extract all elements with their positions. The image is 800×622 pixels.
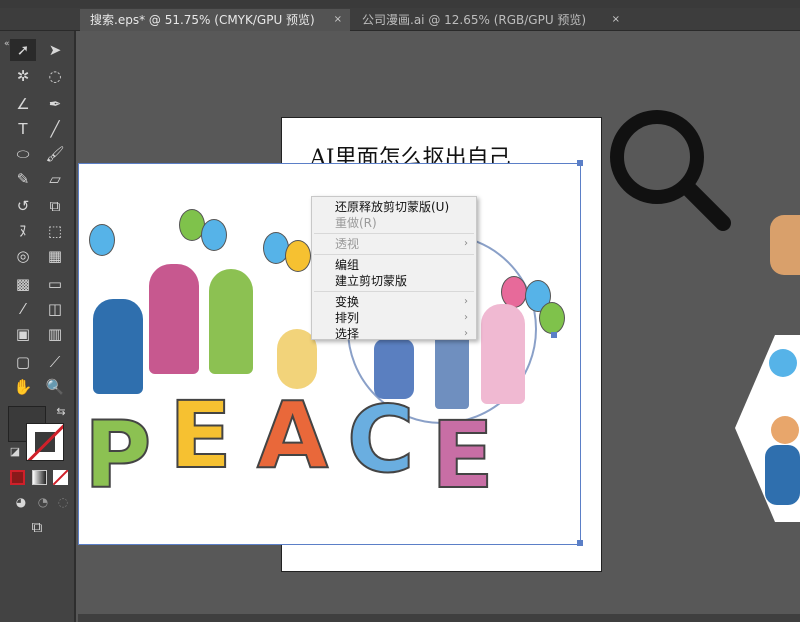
close-tab-icon[interactable]: × [334, 9, 342, 31]
letter-e: E [168, 381, 233, 490]
menu-item-make-clipping-mask[interactable]: 建立剪切蒙版 [312, 273, 476, 289]
offcanvas-artwork [770, 215, 800, 275]
menu-item-group[interactable]: 编组 [312, 257, 476, 273]
ellipse-tool-icon[interactable]: ⬭ [10, 143, 36, 165]
swap-fill-stroke-icon[interactable]: ⇆ [48, 401, 74, 423]
column-graph-tool-icon[interactable]: ▥ [42, 323, 68, 345]
gradient-mode-button[interactable] [32, 470, 47, 485]
menu-item-undo-release-clipping-mask[interactable]: 还原释放剪切蒙版(U) [312, 199, 476, 215]
none-mode-button[interactable] [53, 470, 68, 485]
mesh-tool-icon[interactable]: ▩ [10, 273, 36, 295]
tools-panel: « ➚ ➤ ✲ ◌ ∠ ✒ T ╱ ⬭ 🖌 ✎ ▱ ↺ ⧉ ﾇ ⬚ ◎ ▦ ▩ … [0, 31, 76, 622]
chevron-right-icon: › [464, 312, 468, 323]
letter-c: C [346, 385, 416, 494]
child-figure [481, 304, 525, 404]
menu-item-redo[interactable]: 重做(R) [312, 215, 476, 231]
balloon [201, 219, 227, 251]
tab-company-comic-ai[interactable]: 公司漫画.ai @ 12.65% (RGB/GPU 预览) × [352, 9, 628, 31]
hand-tool-icon[interactable]: ✋ [10, 376, 36, 398]
balloon [89, 224, 115, 256]
blend-tool-icon[interactable]: ◫ [42, 298, 68, 320]
context-menu: 还原释放剪切蒙版(U) 重做(R) 透视 › 编组 建立剪切蒙版 变换 › 排列 › … [311, 196, 477, 342]
line-tool-icon[interactable]: ╱ [42, 118, 68, 140]
balloon [539, 302, 565, 334]
direct-selection-tool-icon[interactable]: ➤ [42, 39, 68, 61]
magnifier-graphic[interactable] [605, 105, 735, 235]
draw-inside-icon[interactable]: ◌ [50, 491, 76, 513]
hexagon-image[interactable] [735, 335, 800, 522]
child-figure [149, 264, 199, 374]
free-transform-tool-icon[interactable]: ⬚ [42, 220, 68, 242]
scale-tool-icon[interactable]: ⧉ [42, 195, 68, 217]
letter-p: P [83, 401, 152, 510]
rotate-tool-icon[interactable]: ↺ [10, 195, 36, 217]
status-bar [78, 614, 800, 622]
tab-label: 搜索.eps* @ 51.75% (CMYK/GPU 预览) [90, 13, 315, 27]
menu-separator [314, 254, 474, 255]
letter-a: A [256, 381, 329, 490]
curvature-tool-icon[interactable]: ∠ [10, 93, 36, 115]
gradient-tool-icon[interactable]: ▭ [42, 273, 68, 295]
warp-tool-icon[interactable]: ﾇ [10, 220, 36, 242]
close-tab-icon[interactable]: × [612, 9, 620, 31]
eyedropper-tool-icon[interactable]: ⁄ [10, 298, 36, 320]
menu-separator [314, 291, 474, 292]
menu-item-arrange[interactable]: 排列 › [312, 310, 476, 326]
perspective-grid-tool-icon[interactable]: ▦ [42, 245, 68, 267]
chevron-right-icon: › [464, 296, 468, 307]
color-mode-button[interactable] [10, 470, 25, 485]
selection-tool-icon[interactable]: ➚ [10, 39, 36, 61]
chevron-right-icon: › [464, 328, 468, 339]
type-tool-icon[interactable]: T [10, 118, 36, 140]
chevron-right-icon: › [464, 238, 468, 249]
zoom-tool-icon[interactable]: 🔍 [42, 376, 68, 398]
artboard-tool-icon[interactable]: ▢ [10, 351, 36, 373]
slice-tool-icon[interactable]: ⟋ [42, 351, 68, 373]
stroke-swatch-none[interactable] [26, 423, 64, 461]
magic-wand-tool-icon[interactable]: ✲ [10, 65, 36, 87]
tab-search-eps[interactable]: 搜索.eps* @ 51.75% (CMYK/GPU 预览) × [80, 9, 350, 31]
screen-mode-icon[interactable]: ⧉ [24, 516, 50, 538]
pen-tool-icon[interactable]: ✒ [42, 93, 68, 115]
letter-e: E [430, 401, 495, 510]
menu-item-perspective[interactable]: 透视 › [312, 236, 476, 252]
child-figure [209, 269, 253, 374]
balloon [285, 240, 311, 272]
menu-item-select[interactable]: 选择 › [312, 326, 476, 342]
eraser-tool-icon[interactable]: ▱ [42, 168, 68, 190]
tab-label: 公司漫画.ai @ 12.65% (RGB/GPU 预览) [362, 13, 587, 27]
default-fill-stroke-icon[interactable]: ◪ [2, 441, 28, 463]
app-top-strip [0, 0, 800, 8]
selection-handle[interactable] [551, 332, 557, 338]
selection-handle[interactable] [577, 540, 583, 546]
selection-handle[interactable] [577, 160, 583, 166]
artboard-title-text: AI里面怎么抠出自己 [310, 146, 511, 164]
paintbrush-tool-icon[interactable]: 🖌 [42, 143, 68, 165]
symbol-sprayer-tool-icon[interactable]: ▣ [10, 323, 36, 345]
menu-separator [314, 233, 474, 234]
lasso-tool-icon[interactable]: ◌ [42, 65, 68, 87]
document-tab-bar: 搜索.eps* @ 51.75% (CMYK/GPU 预览) × 公司漫画.ai… [0, 8, 800, 31]
pencil-tool-icon[interactable]: ✎ [10, 168, 36, 190]
shape-builder-tool-icon[interactable]: ◎ [10, 245, 36, 267]
menu-item-transform[interactable]: 变换 › [312, 294, 476, 310]
collapse-panel-icon[interactable]: « [4, 39, 10, 49]
child-figure [93, 299, 143, 394]
